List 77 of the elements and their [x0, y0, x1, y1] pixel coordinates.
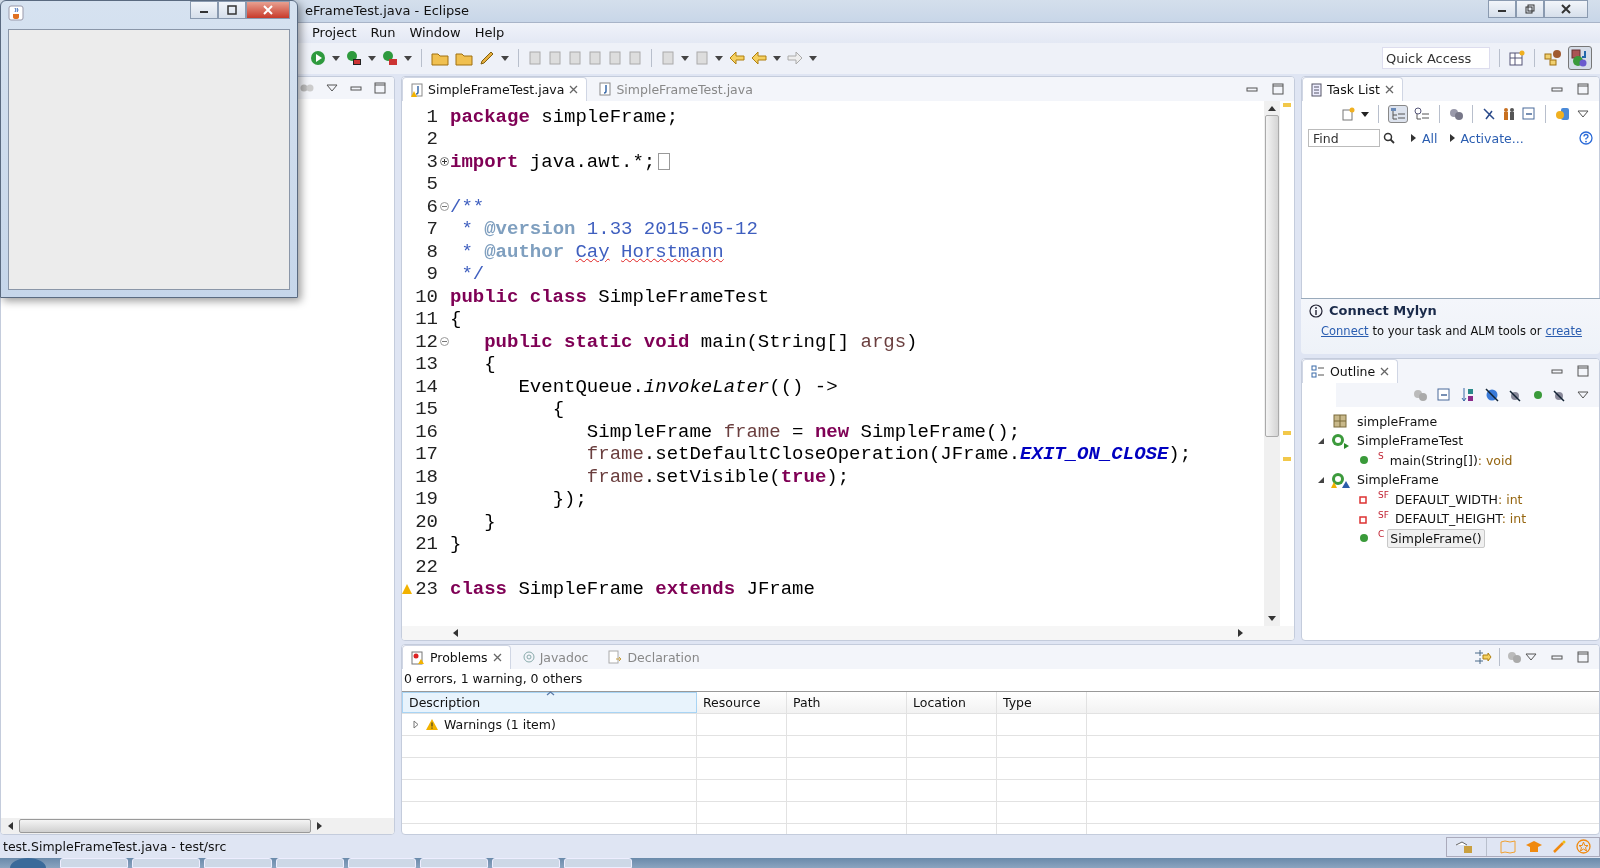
line-number: 19	[414, 488, 438, 511]
line-number: 9	[425, 263, 438, 286]
problem-group-label[interactable]: Warnings (1 item)	[444, 717, 556, 733]
line-number: 18	[414, 465, 438, 488]
modifier-label: SF	[1378, 509, 1389, 520]
mylyn-text: to your task and ALM tools or	[1372, 324, 1542, 339]
outline-item[interactable]: simpleFrame	[1354, 411, 1441, 431]
task-list-tab[interactable]: Task List	[1302, 77, 1403, 102]
column-header[interactable]: Resource	[697, 692, 787, 714]
quick-access-field[interactable]: Quick Access	[1382, 47, 1490, 70]
column-header[interactable]: Description	[402, 692, 697, 714]
outline-item[interactable]: SimpleFrame	[1354, 470, 1442, 490]
code-line: public class SimpleFrameTest	[450, 285, 770, 308]
code-line: public static void main(String[] args)	[483, 330, 918, 353]
menu-item[interactable]: Run	[364, 25, 402, 41]
outline-item[interactable]: DEFAULT_WIDTH: int	[1391, 489, 1526, 509]
column-header[interactable]: Type	[997, 692, 1087, 714]
code-line: }	[450, 533, 462, 556]
outline-tab[interactable]: Outline	[1302, 359, 1399, 384]
filter-link[interactable]: Activate...	[1460, 130, 1524, 146]
code-line: package simpleFrame;	[450, 105, 679, 128]
outline-item[interactable]: SimpleFrame()	[1387, 528, 1485, 548]
outline-item[interactable]: main(String[]): void	[1386, 450, 1516, 470]
code-line: */	[460, 263, 485, 286]
code-line: {	[450, 308, 462, 331]
code-line: {	[483, 353, 496, 376]
mylyn-title: Connect Mylyn	[1329, 303, 1437, 319]
line-number: 12	[414, 330, 438, 353]
line-number: 1	[425, 105, 438, 128]
code-line: import java.awt.*;	[450, 150, 656, 173]
code-line: SimpleFrame frame = new SimpleFrame();	[585, 420, 1021, 443]
problems-summary: 0 errors, 1 warning, 0 others	[403, 670, 584, 689]
mylyn-link[interactable]: Connect	[1321, 324, 1369, 339]
line-number: 11	[414, 308, 438, 331]
line-number: 16	[414, 420, 438, 443]
menu-item[interactable]: Window	[403, 25, 467, 41]
code-line: /**	[450, 195, 485, 218]
mylyn-link[interactable]: create	[1545, 324, 1582, 339]
line-number: 7	[425, 218, 438, 241]
code-line: }	[483, 510, 496, 533]
code-line: });	[551, 488, 587, 511]
column-header[interactable]: Path	[787, 692, 907, 714]
code-line: frame.setVisible(true);	[585, 465, 850, 488]
menu-item[interactable]: Project	[306, 25, 363, 41]
line-number: 15	[414, 398, 438, 421]
code-line: frame.setDefaultCloseOperation(JFrame.EXIT_ON_CLOSE);	[585, 443, 1192, 466]
menu-item[interactable]: Help	[468, 25, 511, 41]
line-number: 8	[425, 240, 438, 263]
line-number: 3	[425, 150, 438, 173]
line-number: 22	[414, 555, 438, 578]
modifier-label: SF	[1378, 490, 1389, 501]
editor-tab[interactable]: SimpleFrameTest.java	[402, 77, 588, 102]
outline-item[interactable]: SimpleFrameTest	[1354, 431, 1467, 451]
code-line: * @author Cay Horstmann	[460, 240, 724, 263]
line-number: 2	[425, 128, 438, 151]
line-number: 13	[414, 353, 438, 376]
line-number: 23	[414, 578, 438, 601]
code-line: class SimpleFrame extends JFrame	[450, 578, 815, 601]
column-header[interactable]: Location	[907, 692, 997, 714]
line-number: 10	[414, 285, 438, 308]
line-number: 14	[414, 375, 438, 398]
window-title: eFrameTest.java - Eclipse	[305, 3, 470, 19]
line-number: 21	[414, 533, 438, 556]
code-line: {	[551, 398, 565, 421]
outline-item[interactable]: DEFAULT_HEIGHT: int	[1391, 509, 1530, 529]
modifier-label: S	[1378, 451, 1384, 462]
view-tab[interactable]: Problems	[402, 645, 511, 670]
line-number: 17	[414, 443, 438, 466]
line-number: 5	[425, 173, 438, 196]
line-number: 6	[425, 195, 438, 218]
status-text: test.SimpleFrameTest.java - test/src	[3, 839, 227, 855]
find-field[interactable]: Find	[1308, 129, 1380, 148]
code-line: * @version 1.33 2015-05-12	[460, 218, 758, 241]
line-number: 20	[414, 510, 438, 533]
filter-link[interactable]: All	[1422, 130, 1438, 146]
modifier-label: C	[1378, 529, 1385, 540]
code-line: EventQueue.invokeLater(() ->	[517, 375, 838, 398]
